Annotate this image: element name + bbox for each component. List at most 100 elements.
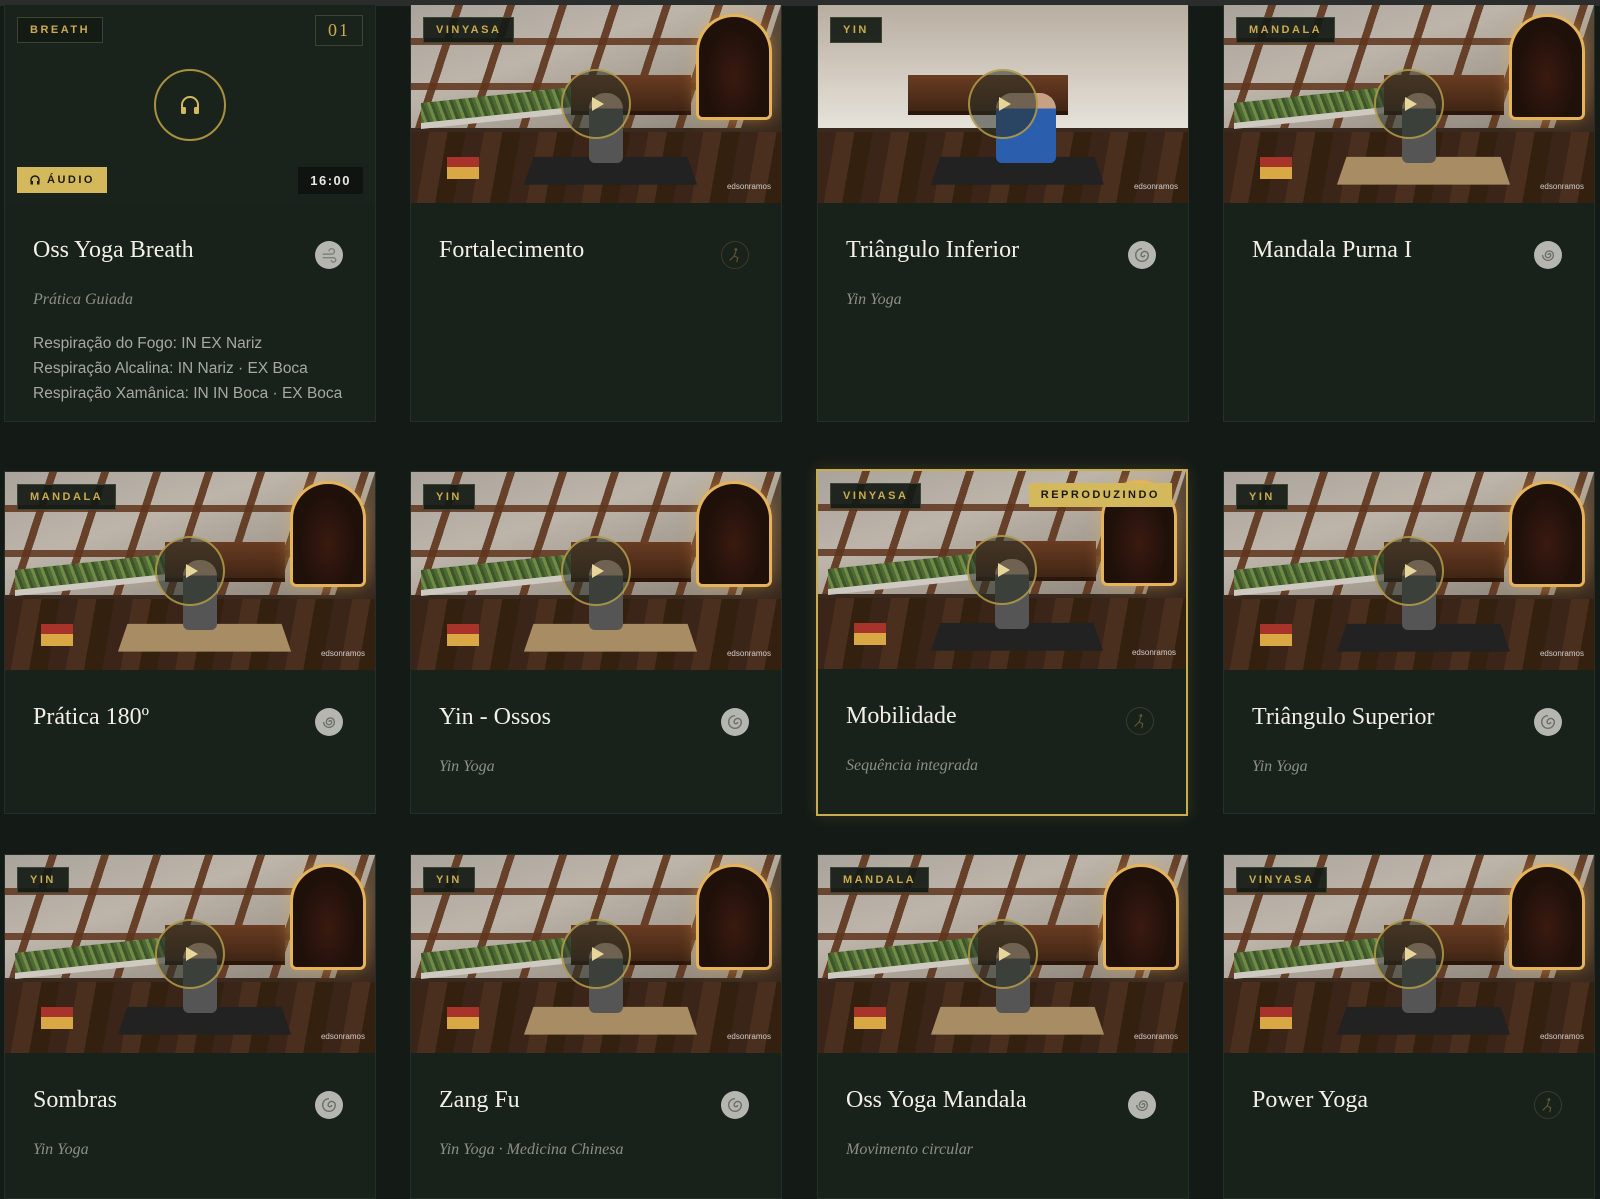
play-icon[interactable] bbox=[561, 536, 631, 606]
card-subtitle: Movimento circular bbox=[846, 1141, 973, 1158]
video-thumbnail[interactable]: edsonramos VINYASA REPRODUZINDO bbox=[818, 471, 1186, 669]
yin-swirl-icon bbox=[721, 708, 749, 736]
practice-card[interactable]: edsonramos MANDALA Prática 180º bbox=[4, 471, 376, 814]
practice-card[interactable]: edsonramos YIN Zang Fu Yin Yoga · Medici… bbox=[410, 854, 782, 1199]
thumb-logo: edsonramos bbox=[320, 1032, 365, 1041]
style-tag: MANDALA bbox=[830, 867, 930, 893]
play-icon[interactable] bbox=[155, 919, 225, 989]
thumb-logo: edsonramos bbox=[726, 182, 771, 191]
style-tag: VINYASA bbox=[1236, 867, 1328, 893]
headphones-icon[interactable] bbox=[154, 69, 226, 141]
video-thumbnail[interactable]: edsonramos YIN bbox=[411, 855, 781, 1053]
style-tag: VINYASA bbox=[423, 17, 515, 43]
thumb-logo: edsonramos bbox=[1133, 182, 1178, 191]
style-tag: YIN bbox=[423, 867, 475, 893]
card-subtitle: Sequência integrada bbox=[846, 757, 978, 774]
thumb-logo: edsonramos bbox=[1539, 1032, 1584, 1041]
play-icon[interactable] bbox=[1374, 919, 1444, 989]
practice-card[interactable]: BREATH 01 ÁUDIO 16:00 Oss Yoga Breath Pr… bbox=[4, 4, 376, 422]
practice-card[interactable]: edsonramos VINYASA Power Yoga bbox=[1223, 854, 1595, 1199]
play-icon[interactable] bbox=[561, 919, 631, 989]
headphones-icon bbox=[30, 175, 40, 185]
yin-swirl-icon bbox=[1128, 241, 1156, 269]
video-thumbnail[interactable]: edsonramos VINYASA bbox=[1224, 855, 1594, 1053]
practice-card[interactable]: edsonramos YIN Sombras Yin Yoga bbox=[4, 854, 376, 1199]
card-title: Triângulo Superior bbox=[1252, 704, 1435, 730]
mandala-spiral-icon bbox=[1534, 241, 1562, 269]
vinyasa-figure-icon bbox=[1126, 707, 1154, 735]
card-title: Triângulo Inferior bbox=[846, 237, 1020, 263]
thumb-logo: edsonramos bbox=[1131, 648, 1176, 657]
video-thumbnail[interactable]: edsonramos YIN bbox=[411, 472, 781, 670]
video-thumbnail[interactable]: edsonramos MANDALA bbox=[1224, 5, 1594, 203]
description-line: Respiração Alcalina: IN Nariz · EX Boca bbox=[33, 360, 308, 377]
style-tag: YIN bbox=[17, 867, 69, 893]
card-title: Yin - Ossos bbox=[439, 704, 552, 730]
thumb-logo: edsonramos bbox=[1539, 649, 1584, 658]
play-icon[interactable] bbox=[968, 69, 1038, 139]
wind-swirl-icon bbox=[315, 241, 343, 269]
video-thumbnail[interactable]: edsonramos VINYASA bbox=[411, 5, 781, 203]
card-title: Sombras bbox=[33, 1087, 117, 1113]
thumb-logo: edsonramos bbox=[1539, 182, 1584, 191]
card-subtitle: Prática Guiada bbox=[33, 291, 133, 308]
card-description: Respiração do Fogo: IN EX Nariz Respiraç… bbox=[33, 331, 353, 406]
card-title: Power Yoga bbox=[1252, 1087, 1369, 1113]
vinyasa-figure-icon bbox=[721, 241, 749, 269]
card-title: Oss Yoga Breath bbox=[33, 237, 194, 263]
card-subtitle: Yin Yoga bbox=[439, 758, 495, 775]
style-tag: BREATH bbox=[17, 17, 104, 43]
play-icon[interactable] bbox=[967, 535, 1037, 605]
description-line: Respiração Xamânica: IN IN Boca · EX Boc… bbox=[33, 385, 343, 402]
card-subtitle: Yin Yoga bbox=[846, 291, 902, 308]
play-icon[interactable] bbox=[1374, 536, 1444, 606]
mandala-spiral-icon bbox=[1128, 1091, 1156, 1119]
card-subtitle: Yin Yoga bbox=[1252, 758, 1308, 775]
practice-card[interactable]: edsonramos VINYASA Fortalecimento bbox=[410, 4, 782, 422]
play-icon[interactable] bbox=[968, 919, 1038, 989]
card-title: Fortalecimento bbox=[439, 237, 585, 263]
play-icon[interactable] bbox=[561, 69, 631, 139]
practice-card[interactable]: edsonramos YIN Triângulo Superior Yin Yo… bbox=[1223, 471, 1595, 814]
thumb-logo: edsonramos bbox=[726, 1032, 771, 1041]
yin-swirl-icon bbox=[315, 1091, 343, 1119]
vinyasa-figure-icon bbox=[1534, 1091, 1562, 1119]
card-title: Mandala Purna I bbox=[1252, 237, 1412, 263]
audio-badge: ÁUDIO bbox=[17, 167, 107, 193]
video-thumbnail[interactable]: edsonramos MANDALA bbox=[818, 855, 1188, 1053]
style-tag: VINYASA bbox=[830, 483, 922, 509]
card-title: Oss Yoga Mandala bbox=[846, 1087, 1027, 1113]
track-number: 01 bbox=[315, 15, 363, 46]
practice-card[interactable]: edsonramos MANDALA Mandala Purna I bbox=[1223, 4, 1595, 422]
card-subtitle: Yin Yoga · Medicina Chinesa bbox=[439, 1141, 624, 1158]
card-title: Zang Fu bbox=[439, 1087, 520, 1113]
play-icon[interactable] bbox=[1374, 69, 1444, 139]
audio-thumbnail[interactable]: BREATH 01 ÁUDIO 16:00 bbox=[5, 5, 375, 203]
style-tag: YIN bbox=[423, 484, 475, 510]
style-tag: YIN bbox=[830, 17, 882, 43]
card-title: Prática 180º bbox=[33, 704, 150, 730]
yin-swirl-icon bbox=[1534, 708, 1562, 736]
video-thumbnail[interactable]: edsonramos YIN bbox=[1224, 472, 1594, 670]
style-tag: MANDALA bbox=[17, 484, 117, 510]
practice-card-now-playing[interactable]: edsonramos VINYASA REPRODUZINDO Mobilida… bbox=[816, 469, 1188, 816]
practice-card[interactable]: edsonramos MANDALA Oss Yoga Mandala Movi… bbox=[817, 854, 1189, 1199]
description-line: Respiração do Fogo: IN EX Nariz bbox=[33, 335, 263, 352]
practice-card[interactable]: edsonramos YIN Triângulo Inferior Yin Yo… bbox=[817, 4, 1189, 422]
thumb-logo: edsonramos bbox=[320, 649, 365, 658]
thumb-logo: edsonramos bbox=[726, 649, 771, 658]
card-subtitle: Yin Yoga bbox=[33, 1141, 89, 1158]
yin-swirl-icon bbox=[721, 1091, 749, 1119]
card-title: Mobilidade bbox=[846, 703, 957, 729]
play-icon[interactable] bbox=[155, 536, 225, 606]
practice-card[interactable]: edsonramos YIN Yin - Ossos Yin Yoga bbox=[410, 471, 782, 814]
audio-label: ÁUDIO bbox=[47, 174, 95, 186]
video-thumbnail[interactable]: edsonramos MANDALA bbox=[5, 472, 375, 670]
thumb-logo: edsonramos bbox=[1133, 1032, 1178, 1041]
style-tag: MANDALA bbox=[1236, 17, 1336, 43]
duration-badge: 16:00 bbox=[298, 167, 363, 194]
video-thumbnail[interactable]: edsonramos YIN bbox=[818, 5, 1188, 203]
video-thumbnail[interactable]: edsonramos YIN bbox=[5, 855, 375, 1053]
style-tag: YIN bbox=[1236, 484, 1288, 510]
mandala-spiral-icon bbox=[315, 708, 343, 736]
